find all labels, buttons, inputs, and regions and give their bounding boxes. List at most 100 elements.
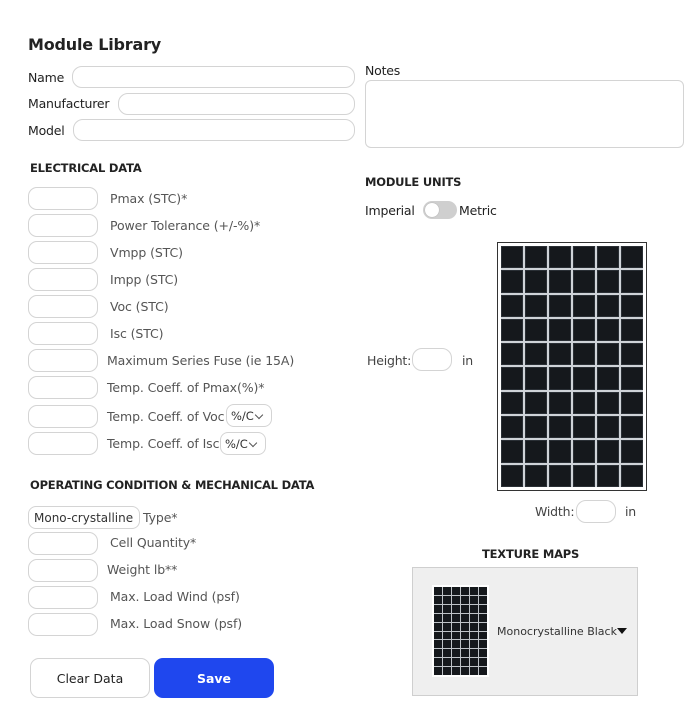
solar-cell [443, 613, 451, 622]
solar-cell [434, 604, 442, 613]
solar-cell [434, 613, 442, 622]
name-input[interactable] [72, 66, 355, 88]
solar-cell [434, 640, 442, 649]
solar-cell [621, 367, 643, 390]
solar-cell [573, 294, 595, 317]
page-title: Module Library [28, 35, 162, 54]
solar-cell [621, 343, 643, 366]
pmax-input[interactable] [28, 187, 98, 210]
max-load-snow-input[interactable] [28, 613, 98, 636]
solar-cell [443, 658, 451, 667]
solar-cell [470, 649, 478, 658]
solar-cell [452, 613, 460, 622]
solar-cell [452, 631, 460, 640]
width-label: Width: [535, 504, 575, 519]
pmax-label: Pmax (STC)* [110, 191, 188, 206]
texture-thumbnail [432, 585, 489, 677]
solar-cell [443, 587, 451, 595]
solar-cell [501, 318, 523, 342]
solar-cell [501, 416, 523, 439]
cell-quantity-input[interactable] [28, 532, 98, 555]
name-label: Name [28, 70, 65, 85]
isc-unit-select[interactable]: %/C [220, 432, 266, 455]
caret-down-icon [617, 628, 627, 634]
solar-cell [621, 391, 643, 415]
power-tolerance-input[interactable] [28, 214, 98, 237]
solar-cell [434, 631, 442, 640]
solar-cell [597, 270, 619, 293]
solar-cell [549, 246, 571, 269]
module-type-value: Mono-crystalline [34, 511, 134, 525]
mechanical-heading: OPERATING CONDITION & MECHANICAL DATA [30, 478, 315, 492]
temp-coeff-pmax-input[interactable] [28, 376, 98, 399]
solar-cell [573, 246, 595, 269]
solar-cell [461, 658, 469, 667]
solar-cell [470, 640, 478, 649]
isc-input[interactable] [28, 322, 98, 345]
toggle-knob [425, 203, 439, 217]
solar-cell [597, 294, 619, 317]
solar-cell [573, 391, 595, 415]
width-input[interactable] [576, 500, 616, 523]
cell-quantity-label: Cell Quantity* [110, 535, 197, 550]
clear-data-button[interactable]: Clear Data [30, 658, 150, 698]
solar-cell [461, 649, 469, 658]
solar-cell [434, 587, 442, 595]
solar-cell [525, 391, 547, 415]
solar-cell [452, 640, 460, 649]
height-input[interactable] [412, 348, 452, 371]
solar-cell [479, 613, 487, 622]
manufacturer-input[interactable] [118, 93, 355, 115]
weight-input[interactable] [28, 559, 98, 582]
solar-cell [434, 622, 442, 631]
impp-input[interactable] [28, 268, 98, 291]
solar-cell [597, 367, 619, 390]
voc-label: Voc (STC) [110, 299, 169, 314]
vmpp-input[interactable] [28, 241, 98, 264]
voc-input[interactable] [28, 295, 98, 318]
solar-cell [479, 640, 487, 649]
solar-cell [443, 649, 451, 658]
solar-cell [525, 318, 547, 342]
solar-cell [549, 343, 571, 366]
solar-cell [470, 587, 478, 595]
temp-coeff-isc-input[interactable] [28, 432, 98, 455]
solar-cell [597, 343, 619, 366]
solar-cell [452, 667, 460, 675]
solar-cell [597, 440, 619, 463]
model-input[interactable] [73, 119, 355, 141]
solar-cell [443, 640, 451, 649]
solar-cell [443, 667, 451, 675]
electrical-heading: ELECTRICAL DATA [30, 161, 142, 175]
solar-cell [525, 464, 547, 487]
solar-cell [461, 667, 469, 675]
max-load-wind-input[interactable] [28, 586, 98, 609]
solar-cell [470, 595, 478, 604]
notes-textarea[interactable] [365, 80, 684, 148]
vmpp-label: Vmpp (STC) [110, 245, 183, 260]
module-type-select[interactable]: Mono-crystalline [28, 506, 140, 529]
solar-cell [452, 622, 460, 631]
max-series-fuse-input[interactable] [28, 349, 98, 372]
solar-cell [597, 318, 619, 342]
temp-coeff-voc-label: Temp. Coeff. of Voc [107, 409, 225, 424]
solar-cell [621, 440, 643, 463]
module-units-heading: MODULE UNITS [365, 175, 462, 189]
solar-cell [621, 246, 643, 269]
solar-cell [434, 667, 442, 675]
solar-cell [621, 318, 643, 342]
temp-coeff-isc-label: Temp. Coeff. of Isc [107, 436, 220, 451]
solar-cell [501, 367, 523, 390]
voc-unit-select[interactable]: %/C [226, 404, 272, 427]
units-toggle[interactable] [423, 201, 457, 219]
solar-cell [621, 270, 643, 293]
metric-label: Metric [459, 203, 497, 218]
solar-cell [461, 613, 469, 622]
solar-cell [443, 622, 451, 631]
save-button[interactable]: Save [154, 658, 274, 698]
solar-panel-cells [501, 246, 643, 487]
solar-cell [470, 667, 478, 675]
temp-coeff-voc-input[interactable] [28, 405, 98, 428]
texture-map-select[interactable]: Monocrystalline Black [412, 567, 638, 696]
chevron-down-icon [248, 438, 258, 448]
